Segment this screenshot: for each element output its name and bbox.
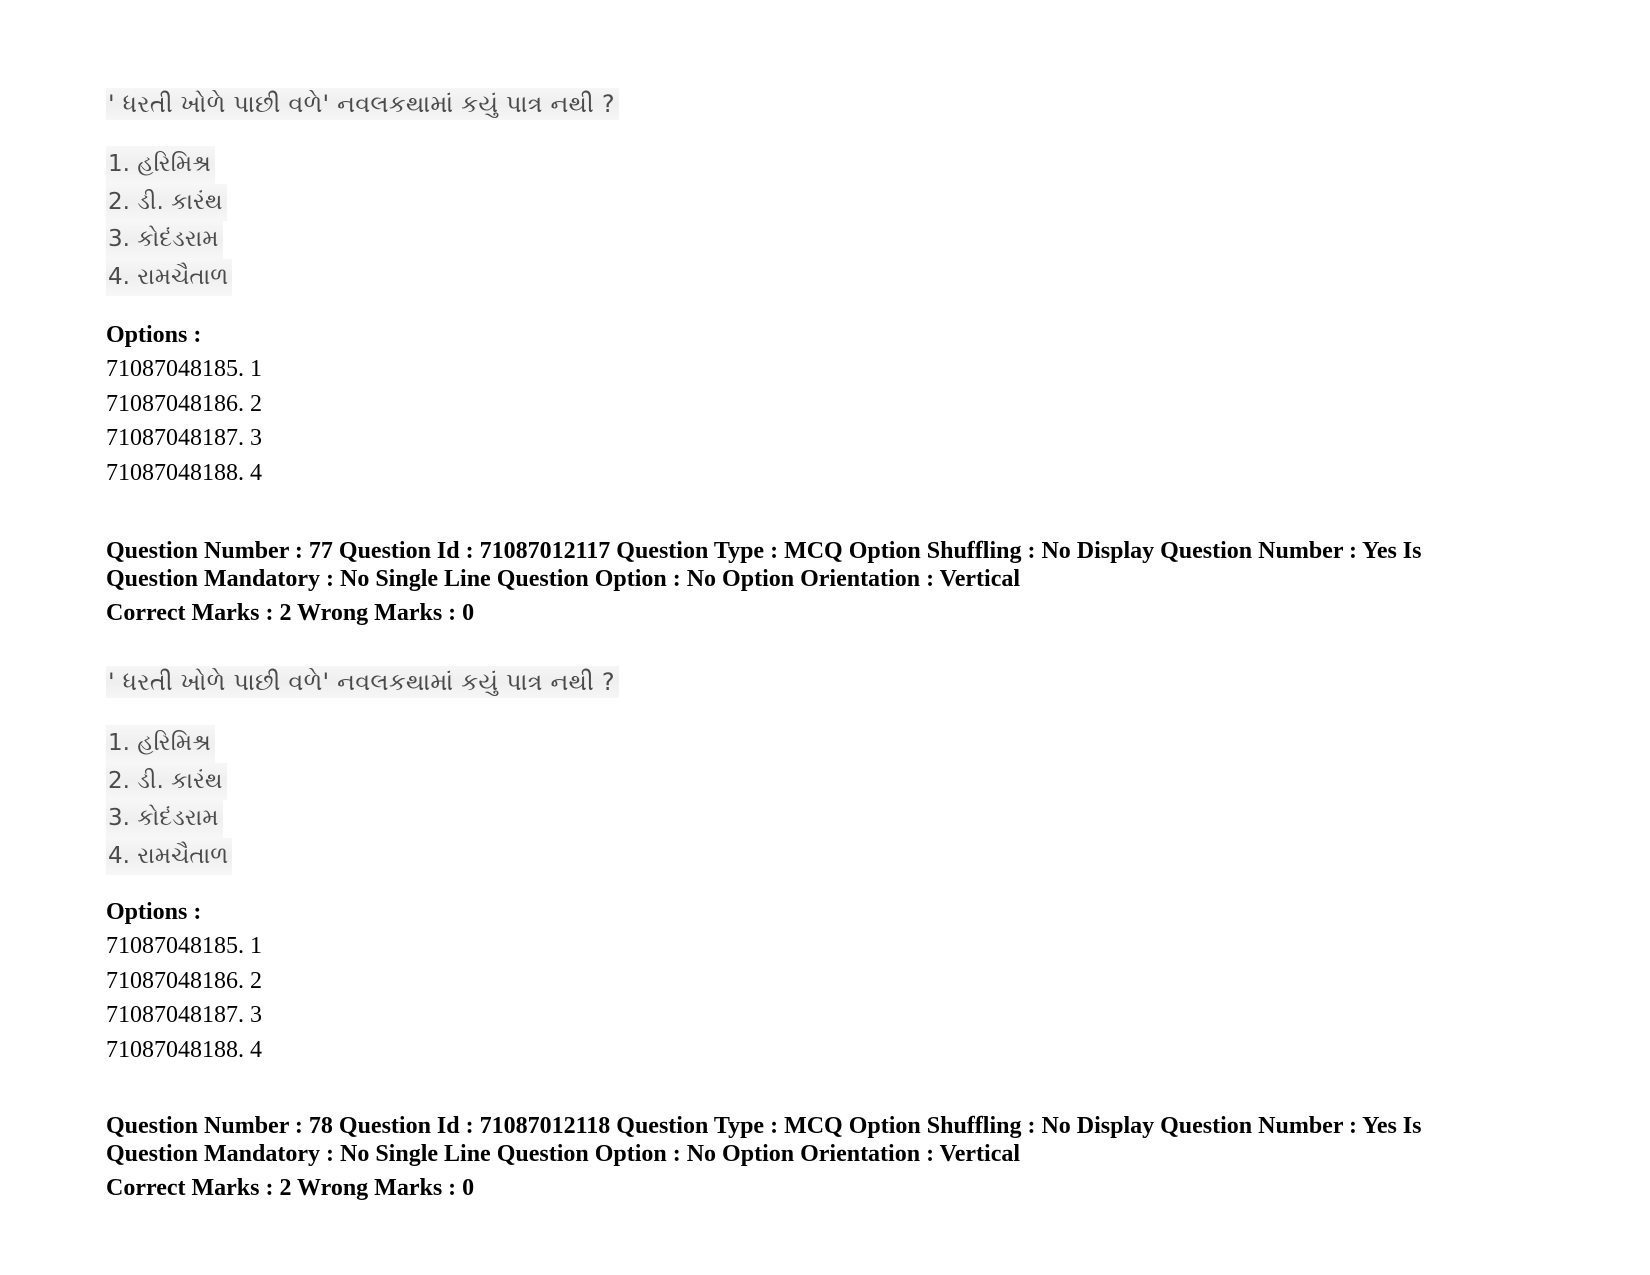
- question-meta-line-1: Question Number : 77 Question Id : 71087…: [106, 538, 1422, 564]
- question-meta-line-1: Question Number : 78 Question Id : 71087…: [106, 1113, 1422, 1139]
- choice-list: 1. હરિમિશ્ર 2. ડી. કારંથ 3. કોદંડરામ 4. …: [106, 146, 233, 296]
- option-item: 71087048187. 3: [106, 425, 262, 451]
- question-meta-line-2: Question Mandatory : No Single Line Ques…: [106, 1141, 1021, 1167]
- question-choices-image: 1. હરિમિશ્ર 2. ડી. કારંથ 3. કોદંડરામ 4. …: [106, 725, 233, 875]
- choice-item: 1. હરિમિશ્ર: [106, 146, 215, 184]
- choice-list: 1. હરિમિશ્ર 2. ડી. કારંથ 3. કોદંડરામ 4. …: [106, 725, 233, 875]
- choice-item: 2. ડી. કારંથ: [106, 183, 227, 221]
- choice-item: 3. કોદંડરામ: [106, 800, 223, 838]
- option-item: 71087048188. 4: [106, 459, 262, 486]
- option-item: 71087048186. 2: [106, 390, 262, 417]
- option-item: 71087048186. 2: [106, 967, 262, 994]
- question-text-image: ' ધરતી ખોળે પાછી વળે' નવલકથામાં કયું પાત…: [106, 88, 619, 120]
- question-choices-image: 1. હરિમિશ્ર 2. ડી. કારંથ 3. કોદંડરામ 4. …: [106, 146, 233, 296]
- question-text-image: ' ધરતી ખોળે પાછી વળે' નવલકથામાં કયું પાત…: [106, 666, 619, 698]
- choice-item: 4. રામચૈતાળ: [106, 837, 233, 875]
- option-item: 71087048185. 1: [106, 356, 262, 382]
- options-label: Options :: [106, 899, 202, 925]
- option-item: 71087048188. 4: [106, 1036, 262, 1063]
- question-text: ' ધરતી ખોળે પાછી વળે' નવલકથામાં કયું પાત…: [106, 666, 619, 698]
- choice-item: 3. કોદંડરામ: [106, 221, 223, 259]
- question-header: Question Number : 78 Question Id : 71087…: [106, 1112, 1526, 1202]
- options-section: Options : 71087048185. 1 71087048186. 2 …: [106, 895, 262, 1067]
- question-meta: Question Number : 77 Question Id : 71087…: [106, 537, 1526, 593]
- option-item: 71087048185. 1: [106, 933, 262, 959]
- choice-item: 2. ડી. કારંથ: [106, 762, 227, 800]
- options-section: Options : 71087048185. 1 71087048186. 2 …: [106, 318, 262, 490]
- question-meta-line-2: Question Mandatory : No Single Line Ques…: [106, 566, 1021, 592]
- option-item: 71087048187. 3: [106, 1002, 262, 1028]
- question-text: ' ધરતી ખોળે પાછી વળે' નવલકથામાં કયું પાત…: [106, 88, 619, 120]
- marks-line: Correct Marks : 2 Wrong Marks : 0: [106, 1175, 475, 1201]
- document-page: ' ધરતી ખોળે પાછી વળે' નવલકથામાં કયું પાત…: [0, 0, 1650, 1275]
- choice-item: 1. હરિમિશ્ર: [106, 725, 215, 763]
- marks-line: Correct Marks : 2 Wrong Marks : 0: [106, 600, 475, 626]
- question-header: Question Number : 77 Question Id : 71087…: [106, 537, 1526, 627]
- options-label: Options :: [106, 322, 202, 348]
- choice-item: 4. રામચૈતાળ: [106, 258, 233, 296]
- question-meta: Question Number : 78 Question Id : 71087…: [106, 1112, 1526, 1168]
